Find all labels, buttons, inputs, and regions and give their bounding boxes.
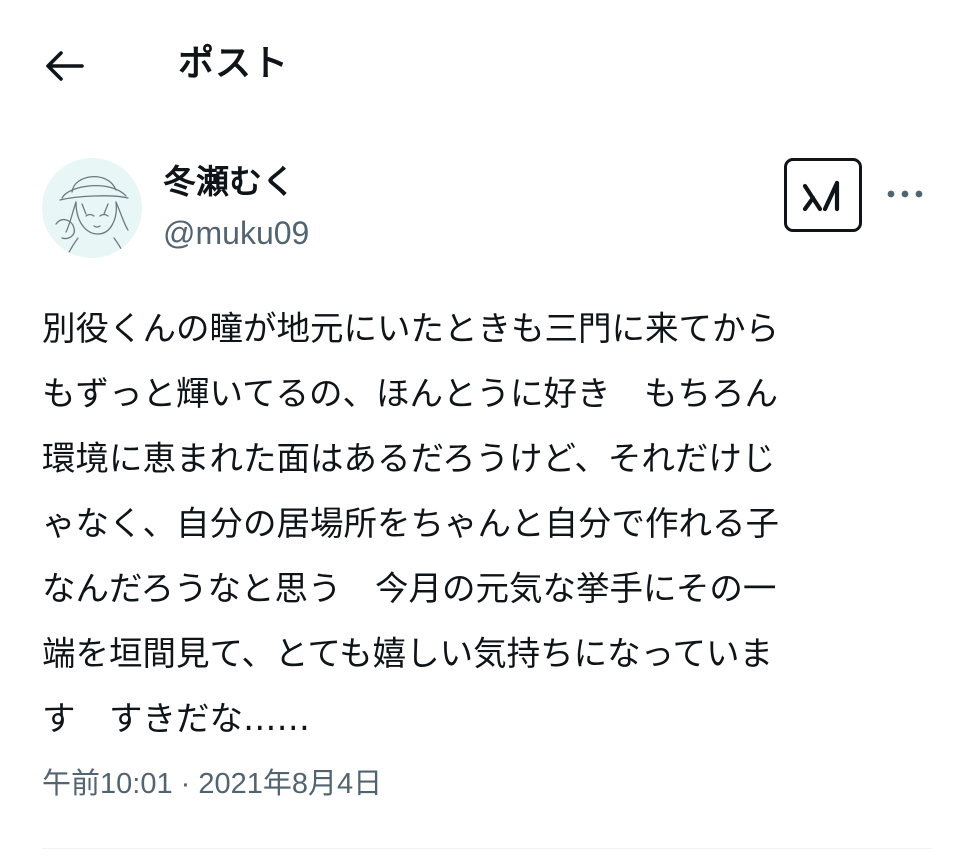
post-time-link[interactable]: 午前10:01 · 2021年8月4日 [42,768,382,800]
post-text: 別役くんの瞳が地元にいたときも三門に来てから もずっと輝いてるの、ほんとうに好き… [42,309,779,738]
grok-button[interactable] [784,158,862,232]
page-title: ポスト [178,43,290,84]
post-date: 2021年8月4日 [198,768,383,800]
avatar[interactable] [42,158,142,258]
divider [42,848,932,849]
more-horizontal-icon [887,190,923,198]
arrow-left-icon [46,51,84,81]
post-time: 午前10:01 [42,768,173,800]
avatar-drawing [55,176,129,258]
timestamp-separator: · [180,768,191,800]
post-timestamp: 午前10:01 · 2021年8月4日 [42,760,382,808]
grok-icon [802,180,840,212]
more-options-button[interactable] [880,172,930,216]
author-display-name[interactable]: 冬瀬むく [163,158,295,206]
top-bar: ポスト [0,0,968,130]
back-button[interactable] [38,40,90,92]
author-handle[interactable]: @muku09 [163,210,309,256]
